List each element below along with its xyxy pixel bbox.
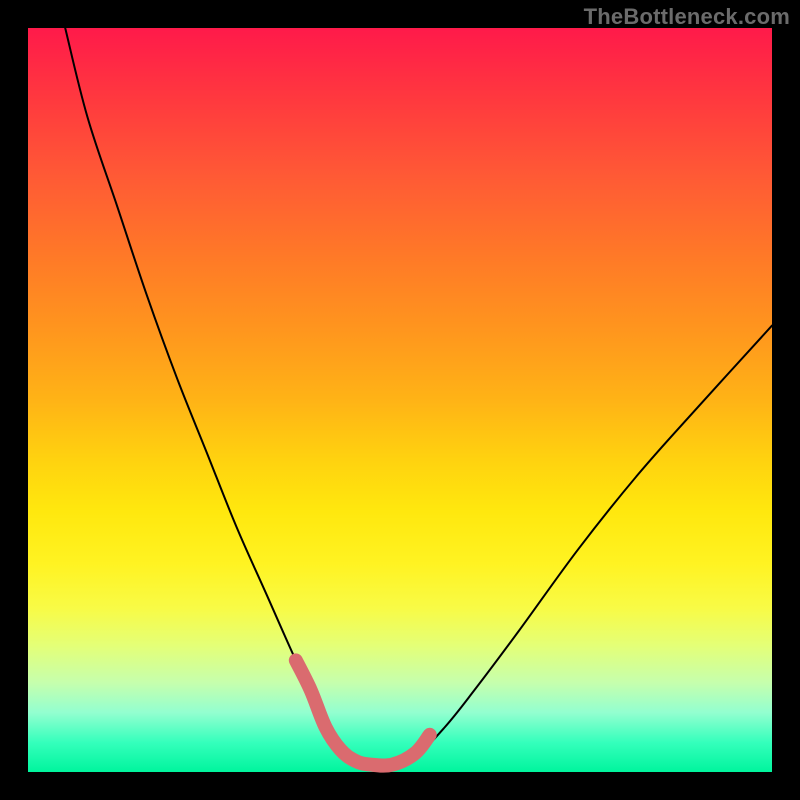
chart-frame: TheBottleneck.com — [0, 0, 800, 800]
watermark-text: TheBottleneck.com — [584, 4, 790, 30]
bottleneck-curve-pink — [296, 660, 430, 765]
curves-svg — [28, 28, 772, 772]
plot-area — [28, 28, 772, 772]
bottleneck-curve-black — [65, 28, 772, 766]
